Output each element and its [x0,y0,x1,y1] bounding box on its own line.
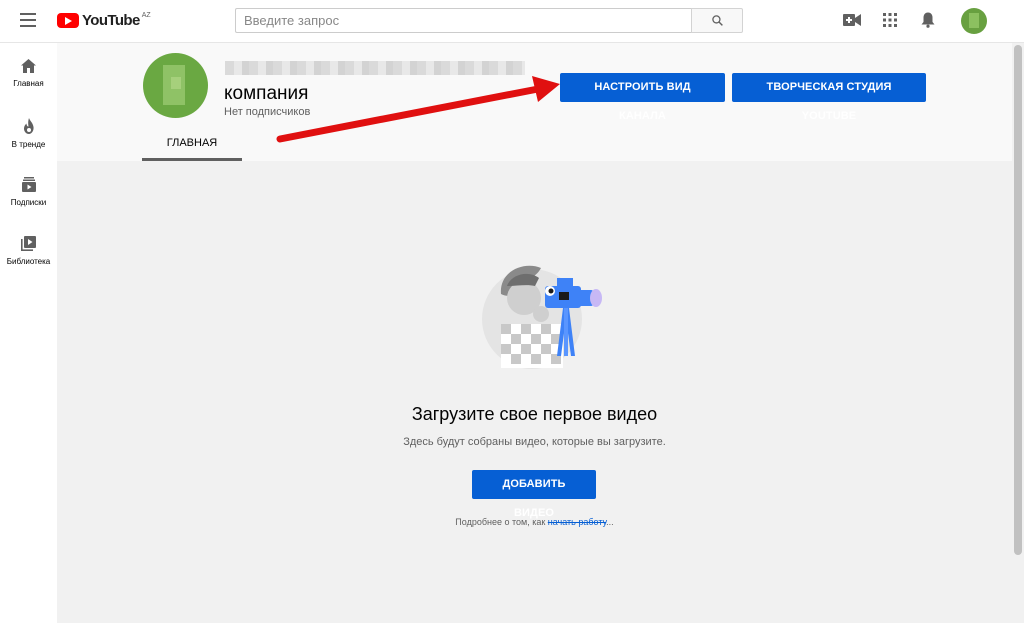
search-button[interactable] [691,8,743,33]
sidebar-item-label: В тренде [11,140,46,149]
scrollbar-thumb[interactable] [1014,45,1022,555]
search-input[interactable] [235,8,691,33]
learn-more-prefix: Подробнее о том, как [455,517,548,527]
youtube-logo[interactable]: YouTube AZ [57,12,151,29]
sidebar-item-home[interactable]: Главная [0,43,57,99]
customize-channel-button[interactable]: НАСТРОИТЬ ВИД КАНАЛА [560,73,725,122]
search-icon [711,15,723,26]
search-bar [235,8,743,33]
channel-avatar [143,53,208,118]
empty-state-title: Загрузите свое первое видео [411,404,658,424]
blurred-channel-title [225,61,525,75]
menu-icon[interactable] [20,13,36,27]
empty-state-subtitle: Здесь будут собраны видео, которые вы за… [403,436,666,448]
logo-text: YouTube [82,12,140,29]
tab-home[interactable]: ГЛАВНАЯ [142,128,242,161]
account-avatar[interactable] [961,8,987,34]
home-icon [21,59,36,73]
sidebar-item-subscriptions[interactable]: Подписки [0,161,57,217]
sidebar-item-label: Библиотека [6,257,51,266]
add-video-button[interactable]: ДОБАВИТЬ ВИДЕО [472,470,596,519]
create-video-icon[interactable] [843,13,861,27]
sidebar: Главная В тренде Подписки Библиотека [0,43,57,623]
youtube-play-icon [57,13,79,28]
videographer-illustration-icon [482,265,602,369]
youtube-studio-button[interactable]: ТВОРЧЕСКАЯ СТУДИЯ YOUTUBE [732,73,926,122]
learn-more-suffix: ... [606,517,614,527]
annotation-arrow-icon [276,76,560,143]
subscriptions-icon [21,177,36,192]
top-bar: YouTube AZ [0,0,1024,43]
sidebar-item-label: Подписки [10,198,47,207]
notifications-bell-icon[interactable] [921,12,935,28]
page-scrollbar[interactable] [1012,43,1024,623]
sidebar-item-trending[interactable]: В тренде [0,102,57,158]
get-started-link[interactable]: начать работу [548,517,606,527]
sidebar-item-library[interactable]: Библиотека [0,220,57,276]
learn-more-text: Подробнее о том, как начать работу... [57,517,1012,527]
trending-icon [23,118,34,134]
channel-content-area: Загрузите свое первое видео Здесь будут … [57,161,1012,623]
library-icon [21,236,36,251]
sidebar-item-label: Главная [13,79,44,88]
logo-country-code: AZ [141,12,151,19]
apps-grid-icon[interactable] [883,13,897,27]
